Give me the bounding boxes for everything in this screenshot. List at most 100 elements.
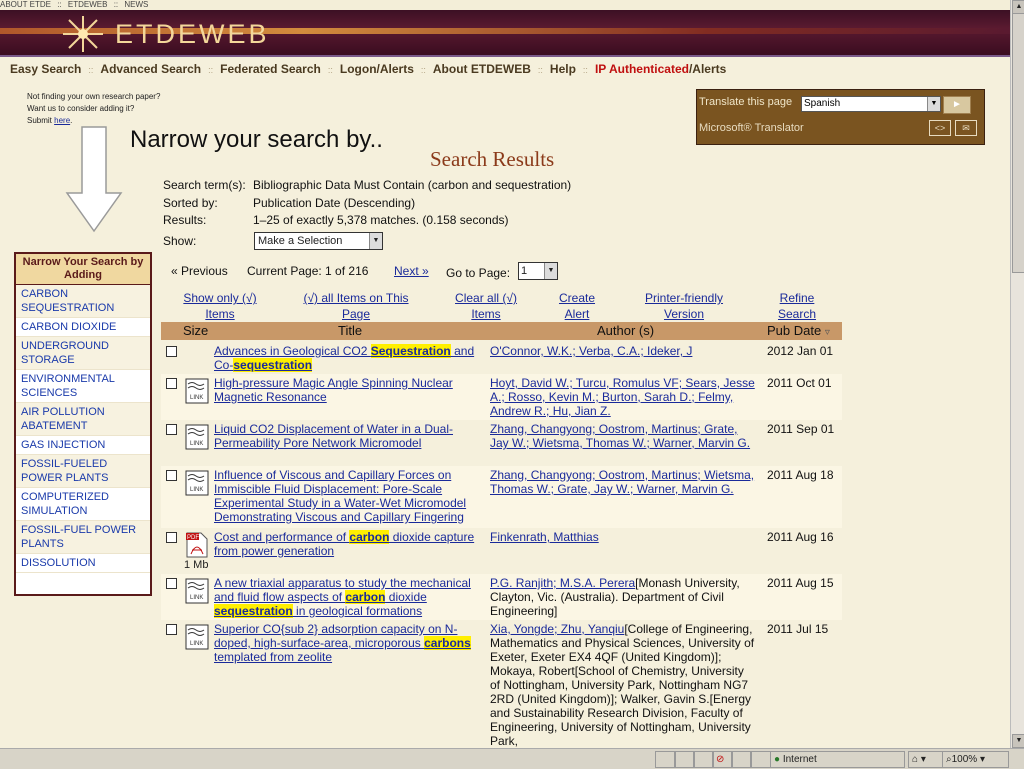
title-text: Cost and performance of — [214, 530, 350, 544]
language-select[interactable]: Spanish ▼ — [801, 96, 941, 112]
search-term-label: Search term(s): — [163, 178, 246, 192]
scroll-thumb[interactable] — [1012, 13, 1024, 273]
nav-logon-alerts[interactable]: Logon/Alerts — [340, 62, 414, 76]
nav-about-etdeweb[interactable]: About ETDEWEB — [433, 62, 531, 76]
separator: :: — [327, 65, 333, 75]
status-cell — [674, 751, 695, 768]
link-document-icon[interactable]: LINK — [185, 624, 209, 650]
check-all-on-page-link[interactable]: (√) all Items on This Page — [294, 290, 418, 322]
link-document-icon[interactable]: LINK — [185, 578, 209, 604]
highlight-term: sequestration — [214, 604, 293, 618]
result-authors[interactable]: Finkenrath, Matthias — [490, 530, 755, 544]
facet-item[interactable]: FOSSIL-FUEL POWER PLANTS — [16, 521, 150, 554]
row-checkbox[interactable] — [166, 470, 177, 481]
scroll-down-icon[interactable]: ▼ — [1012, 734, 1024, 748]
site-logo-text[interactable]: ETDEWEB — [115, 19, 270, 50]
nav-alerts-link[interactable]: /Alerts — [689, 62, 726, 76]
row-checkbox[interactable] — [166, 378, 177, 389]
result-title-link[interactable]: Influence of Viscous and Capillary Force… — [214, 468, 490, 524]
clear-all-link[interactable]: Clear all (√) Items — [446, 290, 526, 322]
email-icon[interactable]: ✉ — [955, 120, 977, 136]
result-title-link[interactable]: High-pressure Magic Angle Spinning Nucle… — [214, 376, 490, 404]
privacy-icon[interactable]: ⊘ — [712, 751, 733, 768]
author-links[interactable]: Xia, Yongde; Zhu, Yanqiu — [490, 622, 624, 636]
facet-item[interactable]: CARBON SEQUESTRATION — [16, 285, 150, 318]
note-line: Submit — [27, 116, 55, 125]
separator: :: — [537, 65, 543, 75]
row-checkbox[interactable] — [166, 578, 177, 589]
facet-item[interactable]: GAS INJECTION — [16, 436, 150, 455]
result-title-link[interactable]: Liquid CO2 Displacement of Water in a Du… — [214, 422, 490, 450]
col-pub-date[interactable]: Pub Date ▿ — [767, 323, 830, 338]
chevron-down-icon[interactable]: ▼ — [927, 97, 940, 111]
nav-federated-search[interactable]: Federated Search — [220, 62, 321, 76]
facet-item[interactable]: FOSSIL-FUELED POWER PLANTS — [16, 455, 150, 488]
nav-help[interactable]: Help — [550, 62, 576, 76]
author-affiliation: [College of Engineering, Mathematics and… — [490, 622, 755, 748]
svg-text:LINK: LINK — [190, 395, 203, 401]
svg-text:LINK: LINK — [190, 441, 203, 447]
title-text: Advances in Geological CO2 — [214, 344, 371, 358]
row-checkbox[interactable] — [166, 424, 177, 435]
down-arrow-icon — [65, 126, 123, 233]
translator-brand: Microsoft® Translator — [699, 122, 804, 134]
chevron-down-icon[interactable]: ▼ — [544, 263, 557, 279]
create-alert-link[interactable]: Create Alert — [552, 290, 602, 322]
result-title-link[interactable]: Advances in Geological CO2 Sequestration… — [214, 344, 490, 372]
col-author[interactable]: Author (s) — [597, 323, 654, 338]
result-authors[interactable]: O'Connor, W.K.; Verba, C.A.; Ideker, J — [490, 344, 755, 358]
result-title-link[interactable]: Superior CO{sub 2} adsorption capacity o… — [214, 622, 490, 664]
facet-item[interactable]: DISSOLUTION — [16, 554, 150, 573]
link-document-icon[interactable]: LINK — [185, 424, 209, 450]
result-authors[interactable]: Zhang, Changyong; Oostrom, Martinus; Gra… — [490, 422, 755, 450]
highlight-term: carbon — [345, 590, 386, 604]
col-title[interactable]: Title — [338, 323, 362, 338]
nav-advanced-search[interactable]: Advanced Search — [100, 62, 201, 76]
submit-here-link[interactable]: here — [54, 116, 70, 125]
author-links[interactable]: P.G. Ranjith; M.S.A. Perera — [490, 576, 635, 590]
show-only-checked-link[interactable]: Show only (√) Items — [172, 290, 268, 322]
scroll-up-icon[interactable]: ▲ — [1012, 0, 1024, 14]
row-checkbox[interactable] — [166, 624, 177, 635]
row-checkbox[interactable] — [166, 532, 177, 543]
svg-text:LINK: LINK — [190, 641, 203, 647]
protected-mode-icon[interactable]: ⌂ ▾ — [908, 751, 943, 768]
nav-easy-search[interactable]: Easy Search — [10, 62, 81, 76]
result-date: 2011 Jul 15 — [767, 622, 829, 636]
result-authors[interactable]: Hoyt, David W.; Turcu, Romulus VF; Sears… — [490, 376, 755, 418]
facet-item[interactable]: CARBON DIOXIDE — [16, 318, 150, 337]
show-select[interactable]: Make a Selection ▼ — [254, 232, 383, 250]
etdeweb-link[interactable]: ETDEWEB — [68, 0, 108, 9]
status-text — [2, 751, 657, 768]
pdf-icon[interactable]: PDF — [185, 532, 209, 558]
translate-go-button[interactable]: ► — [943, 96, 971, 114]
facet-item[interactable]: ENVIRONMENTAL SCIENCES — [16, 370, 150, 403]
chevron-down-icon[interactable]: ▼ — [369, 233, 382, 249]
printer-friendly-link[interactable]: Printer-friendly Version — [632, 290, 736, 322]
embed-code-icon[interactable]: <> — [929, 120, 951, 136]
news-link[interactable]: NEWS — [124, 0, 148, 9]
title-text: Superior CO{sub 2} adsorption capacity o… — [214, 622, 458, 650]
table-row: LINK A new triaxial apparatus to study t… — [161, 574, 842, 620]
result-title-link[interactable]: A new triaxial apparatus to study the me… — [214, 576, 490, 618]
result-date: 2011 Aug 18 — [767, 468, 834, 482]
facet-item[interactable]: COMPUTERIZED SIMULATION — [16, 488, 150, 521]
link-document-icon[interactable]: LINK — [185, 470, 209, 496]
highlight-term: carbon — [349, 530, 390, 544]
vertical-scrollbar[interactable]: ▲ ▼ — [1010, 0, 1024, 748]
refine-search-link[interactable]: Refine Search — [770, 290, 824, 322]
zoom-value: 100% — [951, 754, 978, 765]
goto-page-select[interactable]: 1 ▼ — [518, 262, 558, 280]
about-etde-link[interactable]: ABOUT ETDE — [0, 0, 51, 9]
link-document-icon[interactable]: LINK — [185, 378, 209, 404]
row-checkbox[interactable] — [166, 346, 177, 357]
result-date: 2012 Jan 01 — [767, 344, 834, 358]
result-authors[interactable]: Zhang, Changyong; Oostrom, Martinus; Wie… — [490, 468, 755, 496]
globe-icon: ● — [774, 754, 781, 765]
facet-item[interactable]: AIR POLLUTION ABATEMENT — [16, 403, 150, 436]
result-title-link[interactable]: Cost and performance of carbon dioxide c… — [214, 530, 490, 558]
next-page-link[interactable]: Next » — [394, 264, 429, 278]
facet-item[interactable]: UNDERGROUND STORAGE — [16, 337, 150, 370]
zoom-control[interactable]: ⌕100% ▾ — [942, 751, 1009, 768]
table-row: LINK High-pressure Magic Angle Spinning … — [161, 374, 842, 420]
